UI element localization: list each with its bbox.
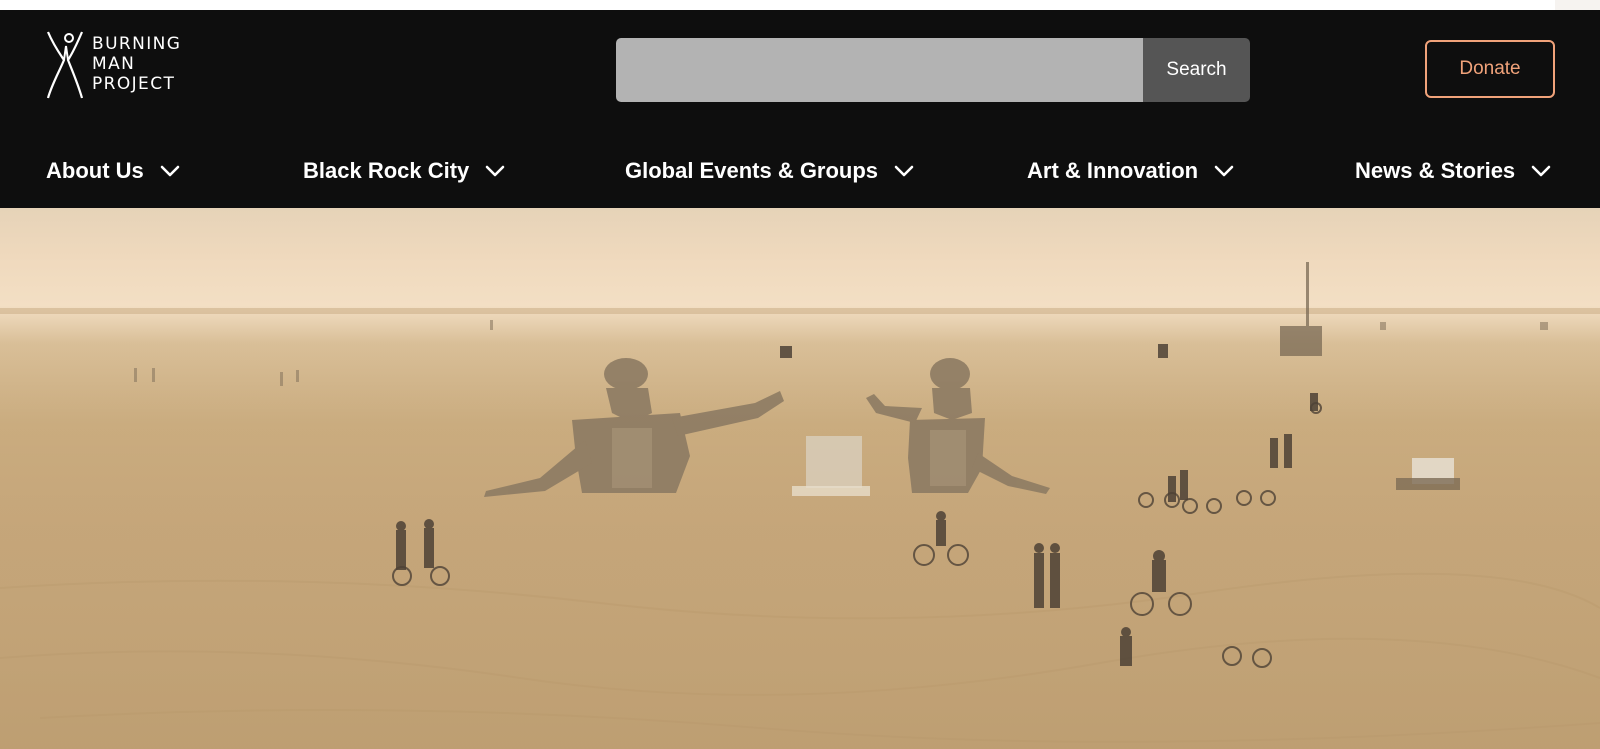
nav-item-about-us[interactable]: About Us xyxy=(46,140,180,202)
chevron-down-icon xyxy=(894,165,914,177)
main-nav: About Us Black Rock City Global Events &… xyxy=(0,140,1600,202)
site-logo[interactable]: BURNING MAN PROJECT xyxy=(44,30,204,100)
nav-item-label: Global Events & Groups xyxy=(625,158,879,183)
nav-item-label: About Us xyxy=(46,158,144,183)
nav-item-label: Black Rock City xyxy=(303,158,470,183)
logo-line-3: PROJECT xyxy=(92,74,176,94)
chevron-down-icon xyxy=(160,165,180,177)
nav-item-label: News & Stories xyxy=(1355,158,1516,183)
browser-top-strip xyxy=(0,0,1600,10)
art-box xyxy=(806,436,862,488)
hero-illustration xyxy=(0,262,1600,749)
nav-item-global-events-groups[interactable]: Global Events & Groups xyxy=(625,140,914,202)
logo-wordmark: BURNING MAN PROJECT xyxy=(92,34,181,94)
burning-man-figure-icon xyxy=(46,31,84,99)
nav-item-label: Art & Innovation xyxy=(1027,158,1199,183)
hero-image xyxy=(0,208,1600,749)
search-input[interactable] xyxy=(616,38,1143,102)
donate-button[interactable]: Donate xyxy=(1425,40,1555,98)
search-form: Search xyxy=(616,38,1250,102)
search-button[interactable]: Search xyxy=(1143,38,1250,102)
chevron-down-icon xyxy=(1531,165,1551,177)
nav-item-black-rock-city[interactable]: Black Rock City xyxy=(303,140,505,202)
logo-line-2: MAN xyxy=(92,54,136,74)
nav-item-art-innovation[interactable]: Art & Innovation xyxy=(1027,140,1234,202)
nav-item-news-stories[interactable]: News & Stories xyxy=(1355,140,1551,202)
chevron-down-icon xyxy=(485,165,505,177)
logo-line-1: BURNING xyxy=(92,34,182,54)
chevron-down-icon xyxy=(1214,165,1234,177)
site-header: BURNING MAN PROJECT Search Donate About … xyxy=(0,10,1600,208)
